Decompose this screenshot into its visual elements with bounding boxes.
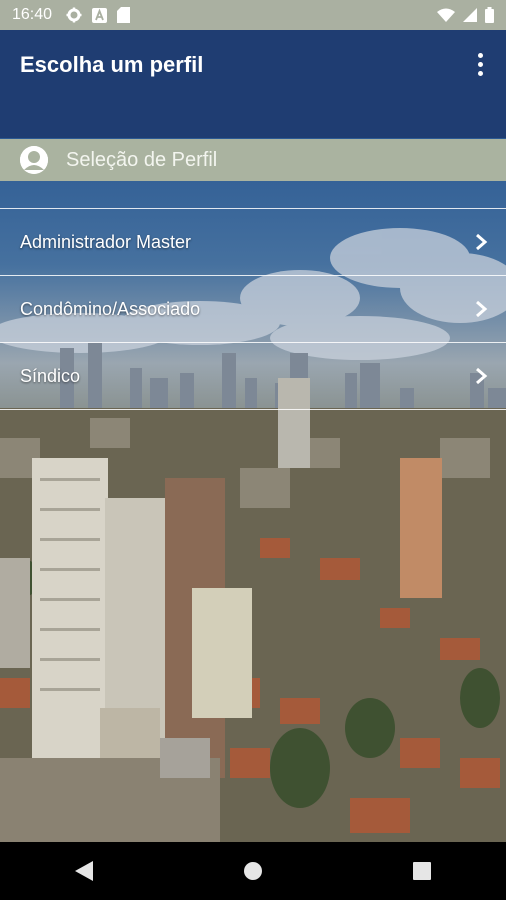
app-bar: Escolha um perfil (0, 30, 506, 138)
chevron-right-icon (476, 300, 488, 318)
recents-icon[interactable] (402, 851, 442, 891)
home-icon[interactable] (233, 851, 273, 891)
more-vert-icon[interactable] (468, 50, 492, 78)
profile-item-label: Síndico (20, 365, 81, 386)
battery-icon (485, 7, 494, 23)
profile-item-administrador-master[interactable]: Administrador Master (0, 208, 506, 275)
signal-icon (463, 8, 477, 22)
sd-card-icon (117, 7, 131, 23)
chevron-right-icon (476, 367, 488, 385)
navigation-bar (0, 842, 506, 900)
font-icon (92, 7, 108, 23)
profile-item-label: Administrador Master (20, 231, 192, 252)
chevron-right-icon (476, 233, 488, 251)
status-bar: 16:40 (0, 0, 506, 30)
profile-item-sindico[interactable]: Síndico (0, 342, 506, 410)
profile-item-label: Condômino/Associado (20, 298, 201, 319)
status-time: 16:40 (12, 6, 53, 23)
profile-list: Administrador Master Condômino/Associado… (0, 208, 506, 410)
person-icon (20, 146, 48, 174)
wifi-icon (437, 8, 455, 22)
section-title: Seleção de Perfil (66, 148, 218, 171)
profile-item-condomino-associado[interactable]: Condômino/Associado (0, 275, 506, 342)
settings-icon (66, 7, 82, 23)
section-header: Seleção de Perfil (0, 139, 506, 181)
page-title: Escolha um perfil (20, 52, 204, 77)
back-icon[interactable] (64, 851, 104, 891)
